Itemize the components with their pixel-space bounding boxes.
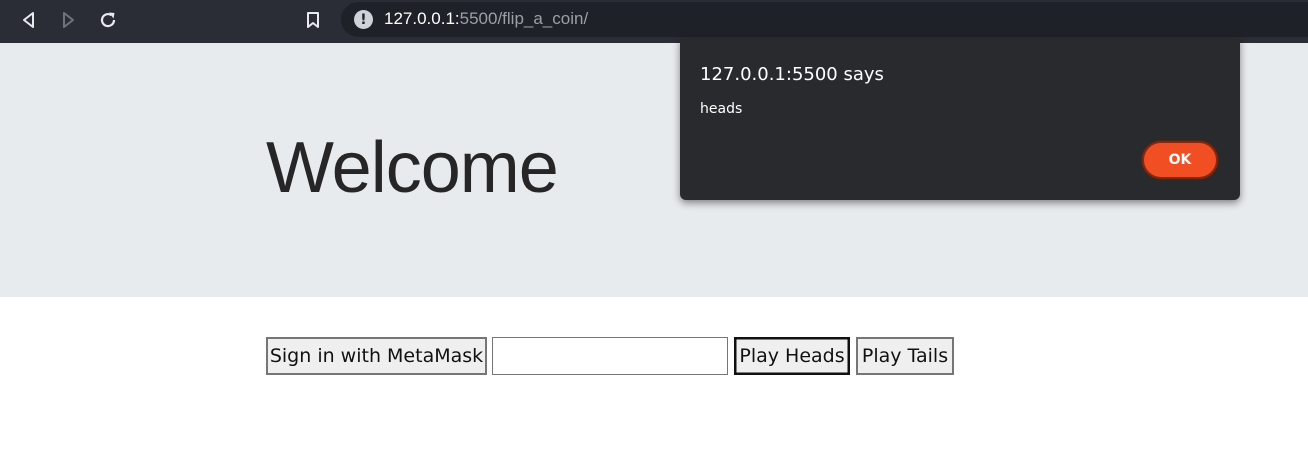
page-title: Welcome	[266, 128, 559, 208]
info-glyph: !	[360, 11, 367, 28]
alert-message: heads	[700, 101, 743, 117]
back-arrow-icon[interactable]	[16, 7, 42, 33]
reload-icon[interactable]	[95, 7, 121, 33]
bookmark-icon[interactable]	[300, 7, 326, 33]
forward-arrow-icon[interactable]	[55, 7, 81, 33]
amount-input[interactable]	[492, 337, 728, 375]
url-path: 5500/flip_a_coin/	[459, 9, 589, 28]
browser-toolbar: ! 127.0.0.1:5500/flip_a_coin/	[0, 0, 1308, 43]
play-tails-button[interactable]: Play Tails	[856, 337, 954, 375]
address-bar[interactable]: ! 127.0.0.1:5500/flip_a_coin/	[341, 2, 1308, 37]
play-heads-button[interactable]: Play Heads	[734, 337, 850, 375]
url-host: 127.0.0.1:	[384, 9, 460, 28]
alert-dialog: 127.0.0.1:5500 says heads OK	[680, 38, 1240, 200]
ok-button[interactable]: OK	[1142, 141, 1218, 179]
signin-metamask-button[interactable]: Sign in with MetaMask	[266, 337, 487, 375]
alert-title: 127.0.0.1:5500 says	[700, 64, 884, 85]
info-icon[interactable]: !	[354, 10, 373, 29]
url-text[interactable]: 127.0.0.1:5500/flip_a_coin/	[384, 9, 588, 29]
